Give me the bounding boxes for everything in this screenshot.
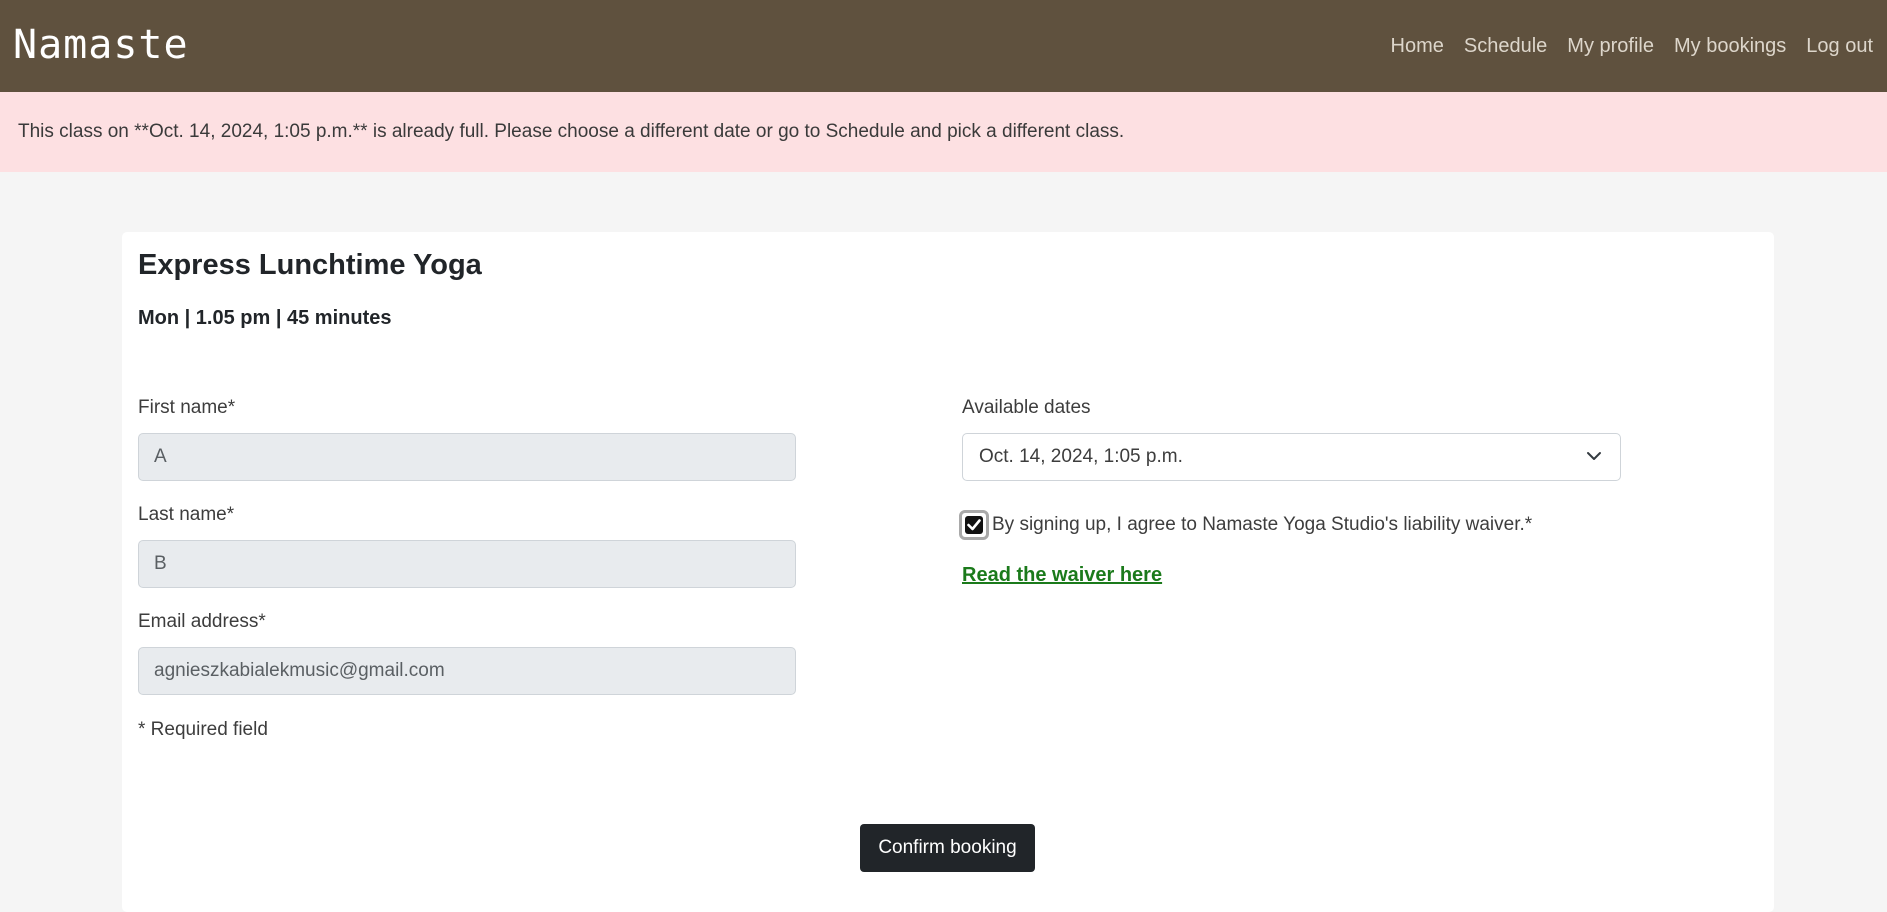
- available-dates-label: Available dates: [962, 397, 1091, 418]
- nav-my-bookings-link[interactable]: My bookings: [1674, 32, 1786, 60]
- available-dates-selected-value: Oct. 14, 2024, 1:05 p.m.: [979, 446, 1183, 467]
- confirm-booking-button[interactable]: Confirm booking: [860, 824, 1035, 872]
- class-title: Express Lunchtime Yoga: [138, 249, 482, 281]
- alert-message: This class on **Oct. 14, 2024, 1:05 p.m.…: [18, 121, 1125, 142]
- brand-logo[interactable]: Namaste: [13, 22, 189, 68]
- last-name-label: Last name*: [138, 504, 235, 525]
- waiver-checkbox[interactable]: [959, 510, 989, 540]
- checkmark-icon: [967, 519, 981, 531]
- required-field-note: * Required field: [138, 719, 268, 740]
- chevron-down-icon: [1587, 452, 1601, 460]
- checkbox-checked-indicator: [965, 516, 983, 534]
- first-name-field[interactable]: A: [138, 433, 796, 481]
- waiver-checkbox-label[interactable]: By signing up, I agree to Namaste Yoga S…: [992, 512, 1532, 538]
- class-full-alert: This class on **Oct. 14, 2024, 1:05 p.m.…: [0, 92, 1887, 172]
- first-name-label: First name*: [138, 397, 236, 418]
- nav-my-profile-link[interactable]: My profile: [1567, 32, 1654, 60]
- nav-log-out-link[interactable]: Log out: [1806, 32, 1873, 60]
- last-name-field[interactable]: B: [138, 540, 796, 588]
- email-field[interactable]: agnieszkabialekmusic@gmail.com: [138, 647, 796, 695]
- email-label: Email address*: [138, 611, 266, 632]
- navbar: Namaste Home Schedule My profile My book…: [0, 0, 1887, 92]
- class-meta: Mon | 1.05 pm | 45 minutes: [138, 307, 392, 329]
- nav-home-link[interactable]: Home: [1391, 32, 1444, 60]
- read-waiver-link[interactable]: Read the waiver here: [962, 562, 1162, 588]
- booking-card: Express Lunchtime Yoga Mon | 1.05 pm | 4…: [122, 232, 1774, 912]
- available-dates-select[interactable]: Oct. 14, 2024, 1:05 p.m.: [962, 433, 1621, 481]
- nav-links: Home Schedule My profile My bookings Log…: [1391, 32, 1873, 60]
- nav-schedule-link[interactable]: Schedule: [1464, 32, 1547, 60]
